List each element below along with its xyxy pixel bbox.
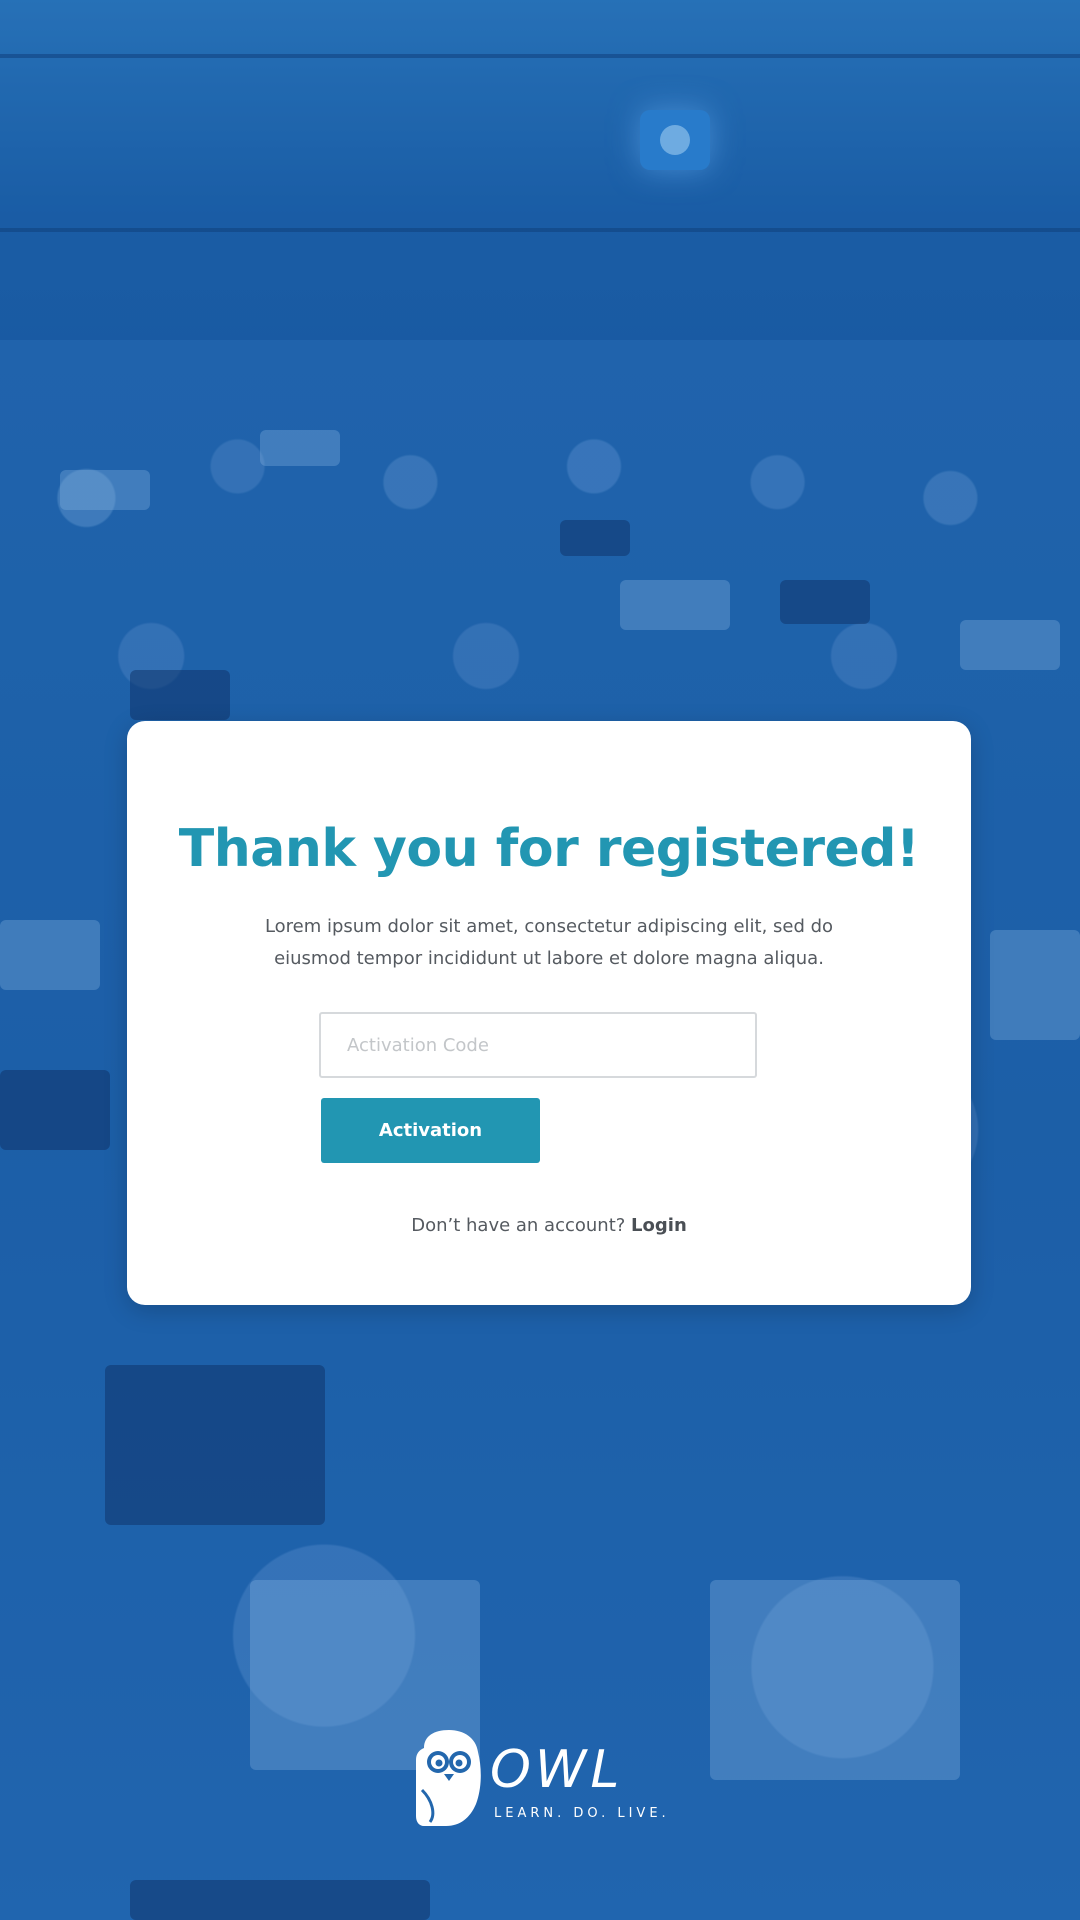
login-link[interactable]: Login: [631, 1215, 687, 1236]
brand-name: OWL: [490, 1740, 624, 1800]
registration-card: Thank you for registered! Lorem ipsum do…: [127, 721, 971, 1305]
owl-logo: OWL LEARN. DO. LIVE.: [416, 1730, 668, 1830]
activation-button[interactable]: Activation: [321, 1098, 540, 1163]
owl-icon: [416, 1730, 481, 1826]
page-title: Thank you for registered!: [178, 819, 920, 879]
signup-prompt-text: Don’t have an account?: [411, 1215, 626, 1236]
activation-code-input[interactable]: [319, 1012, 757, 1078]
description-text: Lorem ipsum dolor sit amet, consectetur …: [264, 916, 834, 969]
signup-prompt: Don’t have an account? Login: [127, 1215, 971, 1236]
brand-tagline: LEARN. DO. LIVE.: [494, 1806, 670, 1821]
